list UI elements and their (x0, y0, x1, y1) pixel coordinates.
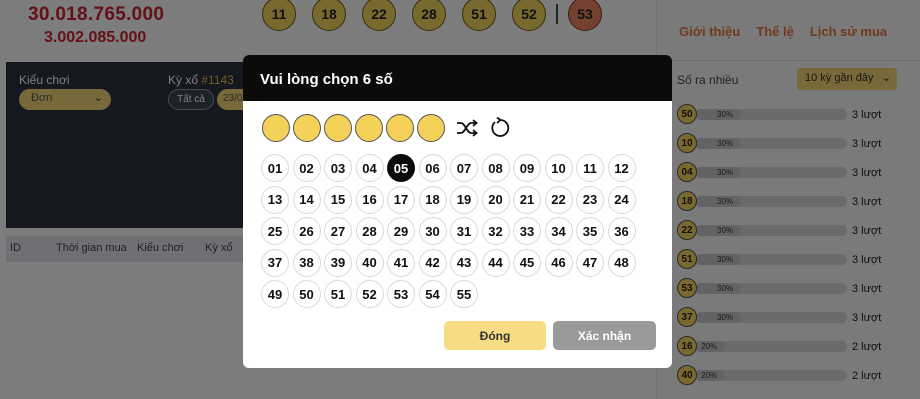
number-ball-31[interactable]: 31 (450, 217, 478, 245)
number-ball-01[interactable]: 01 (261, 154, 289, 182)
pick-slots (262, 114, 445, 142)
number-ball-44[interactable]: 44 (481, 248, 510, 277)
number-ball-27[interactable]: 27 (324, 217, 352, 245)
number-ball-11[interactable]: 11 (576, 154, 604, 182)
pick-slot[interactable] (355, 114, 383, 142)
number-ball-28[interactable]: 28 (355, 217, 384, 245)
number-ball-23[interactable]: 23 (576, 185, 604, 214)
shuffle-icon[interactable] (453, 114, 481, 142)
number-ball-54[interactable]: 54 (418, 280, 447, 308)
number-ball-48[interactable]: 48 (607, 248, 636, 277)
number-ball-18[interactable]: 18 (418, 185, 447, 214)
number-ball-03[interactable]: 03 (324, 154, 352, 182)
number-ball-26[interactable]: 26 (292, 217, 321, 245)
number-ball-52[interactable]: 52 (355, 280, 384, 308)
number-ball-40[interactable]: 40 (355, 248, 384, 277)
number-ball-45[interactable]: 45 (513, 248, 541, 277)
number-ball-17[interactable]: 17 (387, 185, 415, 214)
number-ball-29[interactable]: 29 (387, 217, 415, 245)
pick-slot[interactable] (293, 114, 321, 142)
pick-slot[interactable] (324, 114, 352, 142)
number-grid: 01 02 03 04 05 06 07 08 09 10 11 12 13 14 15 16 17 18 19 20… (261, 154, 636, 308)
number-ball-34[interactable]: 34 (544, 217, 573, 245)
number-ball-36[interactable]: 36 (607, 217, 636, 245)
number-ball-38[interactable]: 38 (292, 248, 321, 277)
number-ball-19[interactable]: 19 (450, 185, 478, 214)
number-ball-04[interactable]: 04 (355, 154, 384, 182)
number-ball-22[interactable]: 22 (544, 185, 573, 214)
number-ball-47[interactable]: 47 (576, 248, 604, 277)
number-ball-32[interactable]: 32 (481, 217, 510, 245)
number-ball-14[interactable]: 14 (292, 185, 321, 214)
number-ball-24[interactable]: 24 (607, 185, 636, 214)
number-ball-12[interactable]: 12 (607, 154, 636, 182)
number-ball-41[interactable]: 41 (387, 248, 415, 277)
number-ball-35[interactable]: 35 (576, 217, 604, 245)
number-ball-33[interactable]: 33 (513, 217, 541, 245)
number-ball-51[interactable]: 51 (324, 280, 352, 308)
number-ball-05[interactable]: 05 (387, 154, 415, 182)
number-ball-39[interactable]: 39 (324, 248, 352, 277)
pick-slot[interactable] (262, 114, 290, 142)
number-ball-37[interactable]: 37 (261, 248, 289, 277)
number-ball-10[interactable]: 10 (544, 154, 573, 182)
modal-title: Vui lòng chọn 6 số (243, 55, 672, 101)
number-ball-49[interactable]: 49 (261, 280, 289, 308)
pick-slot[interactable] (386, 114, 414, 142)
number-ball-53[interactable]: 53 (387, 280, 415, 308)
number-ball-16[interactable]: 16 (355, 185, 384, 214)
number-ball-09[interactable]: 09 (513, 154, 541, 182)
number-ball-21[interactable]: 21 (513, 185, 541, 214)
number-ball-13[interactable]: 13 (261, 185, 289, 214)
number-ball-46[interactable]: 46 (544, 248, 573, 277)
number-picker-modal: Vui lòng chọn 6 số 01 02 03 04 05 06 07 08 09 10 1… (243, 55, 672, 368)
number-ball-42[interactable]: 42 (418, 248, 447, 277)
confirm-button[interactable]: Xác nhận (553, 321, 656, 350)
number-ball-08[interactable]: 08 (481, 154, 510, 182)
close-button[interactable]: Đóng (444, 321, 546, 350)
number-ball-02[interactable]: 02 (292, 154, 321, 182)
number-ball-06[interactable]: 06 (418, 154, 447, 182)
reset-icon[interactable] (486, 114, 514, 142)
number-ball-07[interactable]: 07 (450, 154, 478, 182)
number-ball-30[interactable]: 30 (418, 217, 447, 245)
number-ball-50[interactable]: 50 (292, 280, 321, 308)
number-ball-15[interactable]: 15 (324, 185, 352, 214)
number-ball-25[interactable]: 25 (261, 217, 289, 245)
number-ball-55[interactable]: 55 (450, 280, 478, 308)
pick-slot[interactable] (417, 114, 445, 142)
number-ball-43[interactable]: 43 (450, 248, 478, 277)
picked-numbers (262, 114, 514, 142)
number-ball-20[interactable]: 20 (481, 185, 510, 214)
